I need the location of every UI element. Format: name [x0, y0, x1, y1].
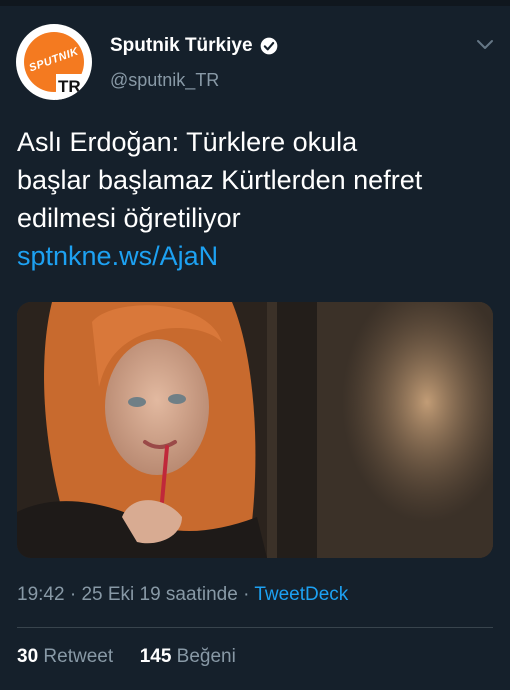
tweet-stats: 30 Retweet 145 Beğeni: [17, 646, 236, 668]
retweet-stat[interactable]: 30 Retweet: [17, 646, 118, 667]
tweet-source-link[interactable]: TweetDeck: [254, 584, 348, 605]
tweet-date[interactable]: 25 Eki 19 saatinde: [81, 584, 237, 605]
tweet-text: Aslı Erdoğan: Türklere okula başlar başl…: [17, 123, 497, 237]
tweet-text-line: Aslı Erdoğan: Türklere okula: [17, 127, 358, 157]
like-count: 145: [139, 646, 172, 667]
tweet-text-line: edilmesi öğretiliyor: [17, 203, 241, 233]
tweet-photo[interactable]: [17, 302, 493, 558]
like-label: Beğeni: [176, 646, 236, 667]
country-badge: TR: [56, 74, 92, 100]
display-name[interactable]: Sputnik Türkiye: [110, 35, 279, 57]
logo-text: SPUTNIK: [27, 45, 81, 75]
badge-text: TR: [58, 77, 81, 96]
display-name-text: Sputnik Türkiye: [110, 35, 253, 56]
tweet-link[interactable]: sptnkne.ws/AjaN: [17, 241, 218, 272]
photo-illustration: [17, 302, 493, 558]
meta-separator: ·: [69, 584, 77, 605]
avatar[interactable]: SPUTNIK TR: [16, 24, 92, 100]
meta-separator: ·: [243, 584, 250, 605]
tweet-time[interactable]: 19:42: [17, 584, 65, 605]
stats-divider: [17, 627, 493, 628]
tweet-meta: 19:42 · 25 Eki 19 saatinde · TweetDeck: [17, 584, 348, 606]
retweet-label: Retweet: [43, 646, 114, 667]
tweet-text-line: başlar başlamaz Kürtlerden nefret: [17, 165, 423, 195]
retweet-count: 30: [17, 646, 39, 667]
like-stat[interactable]: 145 Beğeni: [140, 646, 236, 667]
chevron-down-icon[interactable]: [475, 37, 495, 53]
verified-icon: [260, 37, 277, 55]
user-handle[interactable]: @sputnik_TR: [110, 70, 219, 91]
top-divider: [0, 0, 510, 6]
